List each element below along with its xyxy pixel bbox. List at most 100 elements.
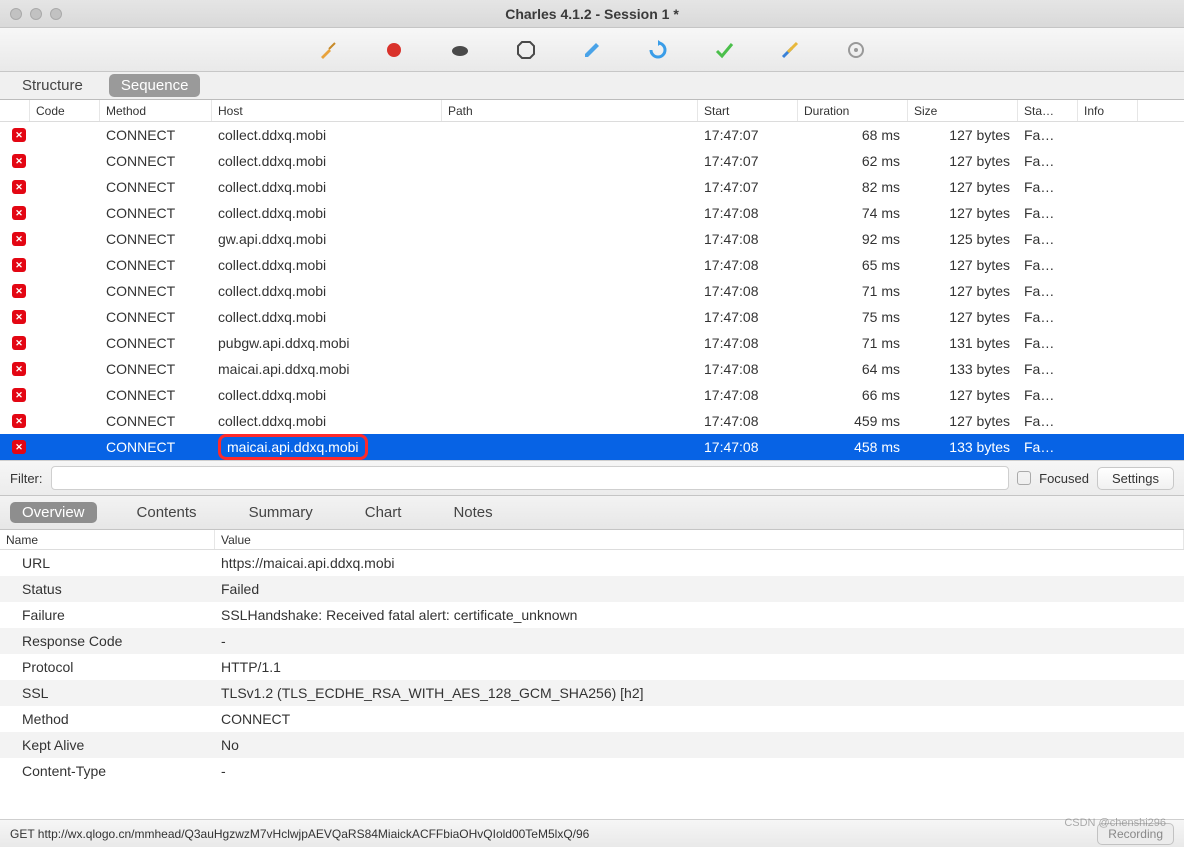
error-icon [12,440,26,454]
subtab-summary[interactable]: Summary [237,502,325,523]
cell-method: CONNECT [100,309,212,325]
detail-row[interactable]: SSLTLSv1.2 (TLS_ECDHE_RSA_WITH_AES_128_G… [0,680,1184,706]
detail-row[interactable]: Kept AliveNo [0,732,1184,758]
tab-sequence[interactable]: Sequence [109,74,201,97]
col-duration[interactable]: Duration [798,100,908,121]
table-row[interactable]: CONNECTcollect.ddxq.mobi17:47:0871 ms127… [0,278,1184,304]
tab-structure[interactable]: Structure [10,74,95,97]
detail-row[interactable]: MethodCONNECT [0,706,1184,732]
status-text: GET http://wx.qlogo.cn/mmhead/Q3auHgzwzM… [10,827,589,841]
cell-method: CONNECT [100,413,212,429]
detail-header: Name Value [0,530,1184,550]
tools-icon[interactable] [779,39,801,61]
toolbar [0,28,1184,72]
cell-size: 127 bytes [908,127,1018,143]
detail-value: Failed [215,581,1184,597]
cell-start: 17:47:07 [698,153,798,169]
cell-host: collect.ddxq.mobi [212,127,442,143]
table-row[interactable]: CONNECTcollect.ddxq.mobi17:47:0874 ms127… [0,200,1184,226]
table-row[interactable]: CONNECTcollect.ddxq.mobi17:47:08459 ms12… [0,408,1184,434]
detail-row[interactable]: FailureSSLHandshake: Received fatal aler… [0,602,1184,628]
cell-duration: 64 ms [798,361,908,377]
table-row[interactable]: CONNECTcollect.ddxq.mobi17:47:0782 ms127… [0,174,1184,200]
error-icon [12,180,26,194]
repeat-icon[interactable] [647,39,669,61]
table-row[interactable]: CONNECTpubgw.api.ddxq.mobi17:47:0871 ms1… [0,330,1184,356]
col-host[interactable]: Host [212,100,442,121]
window-title: Charles 4.1.2 - Session 1 * [0,6,1184,22]
cell-duration: 82 ms [798,179,908,195]
broom-icon[interactable] [317,39,339,61]
table-row[interactable]: CONNECTmaicai.api.ddxq.mobi17:47:08458 m… [0,434,1184,460]
cell-duration: 459 ms [798,413,908,429]
detail-row[interactable]: Content-Type- [0,758,1184,784]
cell-method: CONNECT [100,283,212,299]
cell-size: 127 bytes [908,179,1018,195]
col-method[interactable]: Method [100,100,212,121]
error-icon [12,258,26,272]
col-size[interactable]: Size [908,100,1018,121]
focused-checkbox[interactable] [1017,471,1031,485]
subtab-notes[interactable]: Notes [441,502,504,523]
table-row[interactable]: CONNECTcollect.ddxq.mobi17:47:0866 ms127… [0,382,1184,408]
cell-duration: 66 ms [798,387,908,403]
error-icon [12,284,26,298]
cell-size: 127 bytes [908,387,1018,403]
error-icon [12,310,26,324]
table-row[interactable]: CONNECTgw.api.ddxq.mobi17:47:0892 ms125 … [0,226,1184,252]
detail-row[interactable]: ProtocolHTTP/1.1 [0,654,1184,680]
cell-start: 17:47:08 [698,205,798,221]
table-row[interactable]: CONNECTmaicai.api.ddxq.mobi17:47:0864 ms… [0,356,1184,382]
col-start[interactable]: Start [698,100,798,121]
cell-host: collect.ddxq.mobi [212,205,442,221]
col-info[interactable]: Info [1078,100,1138,121]
cell-method: CONNECT [100,387,212,403]
detail-name: Status [0,581,215,597]
compose-icon[interactable] [581,39,603,61]
cell-method: CONNECT [100,153,212,169]
table-row[interactable]: CONNECTcollect.ddxq.mobi17:47:0762 ms127… [0,148,1184,174]
turtle-slow-icon[interactable] [449,39,471,61]
cell-status: Fa… [1018,257,1078,273]
detail-value: SSLHandshake: Received fatal alert: cert… [215,607,1184,623]
cell-method: CONNECT [100,231,212,247]
cell-start: 17:47:08 [698,361,798,377]
detail-row[interactable]: Response Code- [0,628,1184,654]
subtab-overview[interactable]: Overview [10,502,97,523]
cell-duration: 458 ms [798,439,908,455]
error-icon [12,414,26,428]
filter-input[interactable] [51,466,1010,490]
cell-size: 127 bytes [908,309,1018,325]
detail-name: Failure [0,607,215,623]
cell-host: maicai.api.ddxq.mobi [212,434,442,460]
cell-start: 17:47:07 [698,127,798,143]
subtab-contents[interactable]: Contents [125,502,209,523]
subtab-chart[interactable]: Chart [353,502,414,523]
cell-start: 17:47:08 [698,257,798,273]
detail-value: - [215,763,1184,779]
cell-size: 125 bytes [908,231,1018,247]
detail-col-name: Name [0,530,215,549]
detail-row[interactable]: StatusFailed [0,576,1184,602]
cell-size: 131 bytes [908,335,1018,351]
col-code[interactable]: Code [30,100,100,121]
cell-status: Fa… [1018,335,1078,351]
cell-host: collect.ddxq.mobi [212,283,442,299]
table-row[interactable]: CONNECTcollect.ddxq.mobi17:47:0865 ms127… [0,252,1184,278]
table-row[interactable]: CONNECTcollect.ddxq.mobi17:47:0875 ms127… [0,304,1184,330]
cell-host: collect.ddxq.mobi [212,257,442,273]
record-icon[interactable] [383,39,405,61]
recording-button[interactable]: Recording [1097,823,1174,845]
cell-size: 127 bytes [908,413,1018,429]
settings-icon[interactable] [845,39,867,61]
validate-icon[interactable] [713,39,735,61]
col-path[interactable]: Path [442,100,698,121]
cell-host: collect.ddxq.mobi [212,153,442,169]
table-row[interactable]: CONNECTcollect.ddxq.mobi17:47:0768 ms127… [0,122,1184,148]
cell-method: CONNECT [100,335,212,351]
settings-button[interactable]: Settings [1097,467,1174,490]
detail-row[interactable]: URLhttps://maicai.api.ddxq.mobi [0,550,1184,576]
detail-name: SSL [0,685,215,701]
breakpoint-icon[interactable] [515,39,537,61]
col-status[interactable]: Sta… [1018,100,1078,121]
